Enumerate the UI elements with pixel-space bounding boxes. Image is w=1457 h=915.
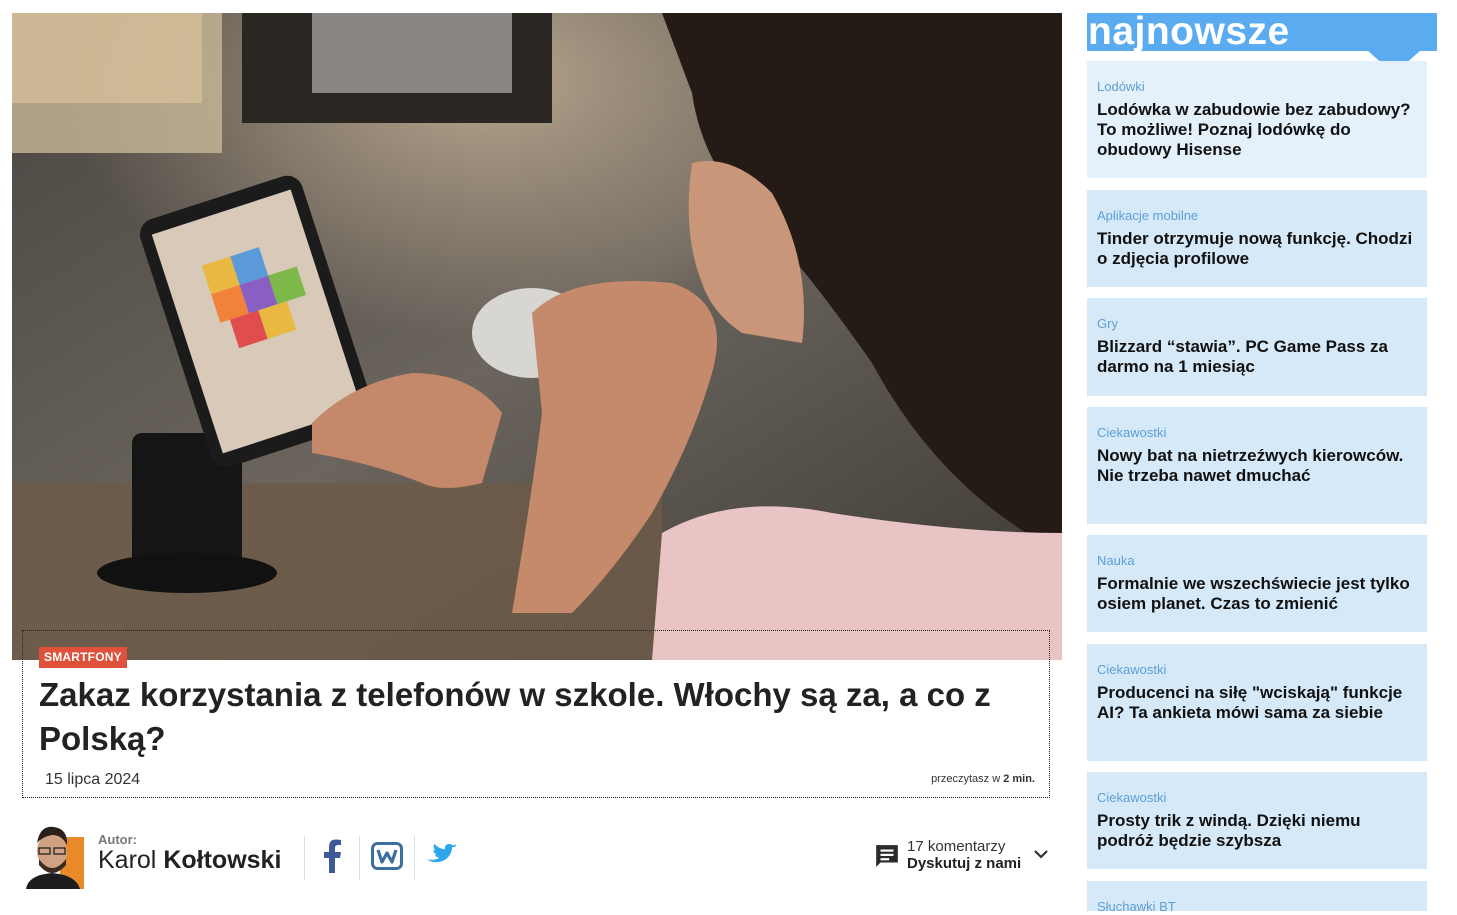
sidebar-item-category[interactable]: Słuchawki BT (1097, 899, 1417, 915)
hero-image[interactable] (12, 13, 1062, 660)
sidebar-item-category[interactable]: Lodówki (1097, 79, 1417, 95)
sidebar-item-category[interactable]: Ciekawostki (1097, 790, 1417, 806)
twitter-share-button[interactable] (414, 836, 469, 880)
sidebar-item-title[interactable]: Prosty trik z windą. Dzięki niemu podróż… (1097, 811, 1417, 851)
article-title[interactable]: Zakaz korzystania z telefonów w szkole. … (39, 673, 1039, 761)
sidebar-item-category[interactable]: Gry (1097, 316, 1417, 332)
sidebar-item-category[interactable]: Ciekawostki (1097, 662, 1417, 678)
author-last-name: Kołtowski (163, 846, 282, 874)
article-date: 15 lipca 2024 (45, 771, 141, 788)
read-time-prefix: przeczytasz w (931, 773, 1001, 785)
twitter-icon (427, 843, 457, 874)
sidebar-item-title[interactable]: Formalnie we wszechświecie jest tylko os… (1097, 574, 1417, 614)
sidebar-item-category[interactable]: Nauka (1097, 553, 1417, 569)
author-label: Autor: (98, 832, 137, 847)
sidebar-item-2[interactable]: Aplikacje mobilne Tinder otrzymuje nową … (1087, 190, 1427, 287)
sidebar-item-title[interactable]: Nowy bat na nietrzeźwych kierowców. Nie … (1097, 446, 1417, 486)
comments-count[interactable]: 17 komentarzy (907, 838, 1005, 855)
read-time-value: 2 min. (1003, 773, 1035, 785)
facebook-icon (321, 839, 343, 878)
sidebar-item-8[interactable]: Słuchawki BT (1087, 881, 1427, 914)
sidebar-item-1[interactable]: Lodówki Lodówka w zabudowie bez zabudowy… (1087, 61, 1427, 178)
sidebar-item-title[interactable]: Lodówka w zabudowie bez zabudowy? To moż… (1097, 100, 1417, 160)
chevron-down-icon[interactable] (1033, 846, 1049, 862)
sidebar-item-6[interactable]: Ciekawostki Producenci na siłę "wciskają… (1087, 644, 1427, 761)
sidebar-title: najnowsze (1088, 10, 1290, 53)
facebook-share-button[interactable] (304, 836, 359, 880)
wykop-icon (371, 841, 403, 875)
author-first-name: Karol (98, 846, 157, 874)
sidebar-item-title[interactable]: Tinder otrzymuje nową funkcję. Chodzi o … (1097, 229, 1417, 269)
author-avatar[interactable] (22, 819, 84, 889)
sidebar-item-title[interactable]: Producenci na siłę "wciskają" funkcje AI… (1097, 683, 1417, 723)
read-time: przeczytasz w 2 min. (931, 773, 1035, 785)
author-name[interactable]: Karol Kołtowski (98, 846, 281, 875)
sidebar-item-4[interactable]: Ciekawostki Nowy bat na nietrzeźwych kie… (1087, 407, 1427, 524)
sidebar-item-5[interactable]: Nauka Formalnie we wszechświecie jest ty… (1087, 535, 1427, 632)
comment-icon[interactable] (874, 843, 900, 869)
sidebar-item-category[interactable]: Aplikacje mobilne (1097, 208, 1417, 224)
sidebar-item-title[interactable]: Blizzard “stawia”. PC Game Pass za darmo… (1097, 337, 1417, 377)
wykop-share-button[interactable] (359, 836, 414, 880)
discuss-link[interactable]: Dyskutuj z nami (907, 855, 1021, 872)
sidebar-item-3[interactable]: Gry Blizzard “stawia”. PC Game Pass za d… (1087, 298, 1427, 396)
sidebar-item-category[interactable]: Ciekawostki (1097, 425, 1417, 441)
sidebar-item-7[interactable]: Ciekawostki Prosty trik z windą. Dzięki … (1087, 772, 1427, 869)
category-badge[interactable]: SMARTFONY (39, 647, 127, 668)
